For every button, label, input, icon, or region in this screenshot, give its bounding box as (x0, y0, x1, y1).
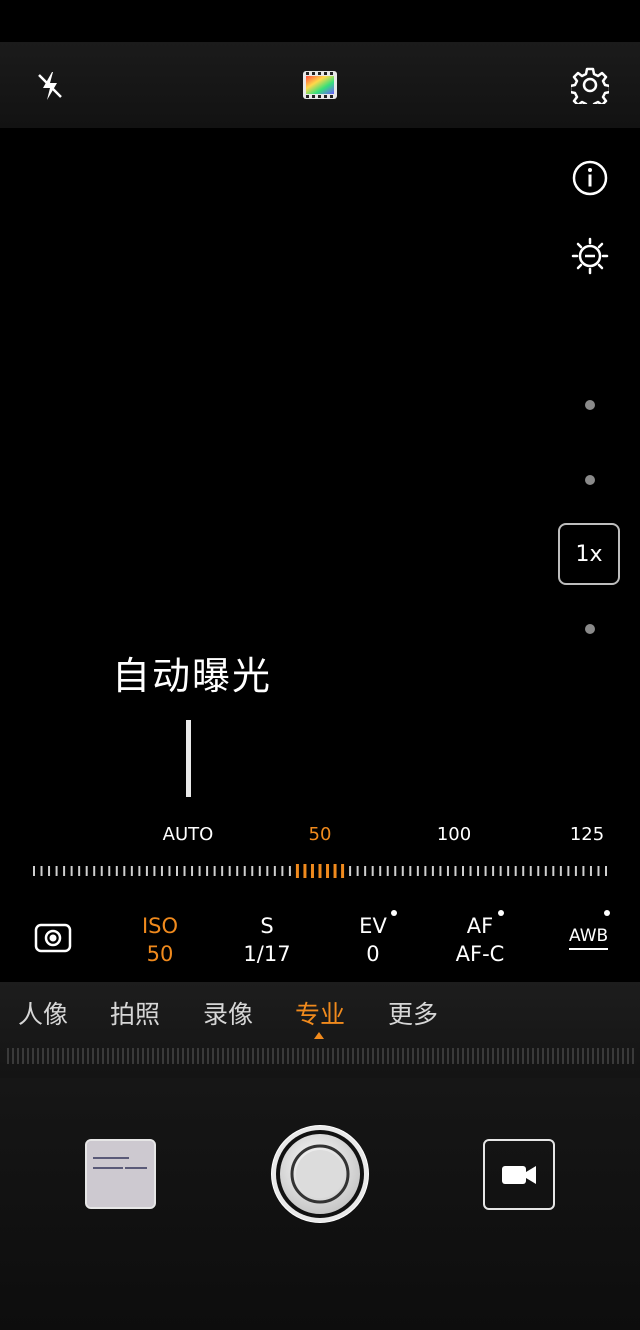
mode-scroll-ticks (7, 1048, 634, 1064)
shutter-speed-value: 1/17 (243, 942, 291, 966)
video-camera-button[interactable] (483, 1139, 555, 1210)
zoom-button[interactable]: 1x (558, 523, 620, 585)
iso-scale-label-100[interactable]: 100 (437, 824, 471, 845)
flash-off-icon[interactable] (30, 66, 70, 106)
video-camera-icon (502, 1165, 536, 1184)
gallery-thumbnail[interactable] (85, 1139, 156, 1209)
metering-icon[interactable] (33, 920, 73, 956)
af-value: AF-C (455, 942, 505, 966)
mode-pro[interactable]: 专业 (295, 995, 345, 1031)
iso-scale-label-125[interactable]: 125 (570, 824, 604, 845)
shutter-speed-param[interactable]: S 1/17 (243, 912, 290, 968)
zoom-level-dot[interactable] (585, 400, 595, 410)
iso-scale-label-50[interactable]: 50 (309, 824, 332, 845)
active-mode-caret (314, 1032, 324, 1039)
awb-label: AWB (569, 926, 609, 946)
awb-param[interactable]: AWB (569, 926, 609, 950)
iso-ruler-slider[interactable] (32, 862, 608, 880)
ev-label: EV (359, 914, 387, 938)
iso-label: ISO (141, 914, 179, 938)
ev-value: 0 (366, 942, 380, 966)
mode-more[interactable]: 更多 (388, 995, 438, 1031)
zoom-level-dot[interactable] (585, 624, 595, 634)
zoom-label: 1x (575, 541, 603, 567)
ev-indicator-dot (391, 910, 397, 916)
gear-icon[interactable] (570, 65, 610, 105)
iso-param[interactable]: ISO 50 (142, 912, 178, 968)
color-filter-icon[interactable] (300, 68, 340, 102)
exposure-label: 自动曝光 (112, 654, 273, 698)
brightness-icon[interactable] (570, 236, 610, 276)
af-param[interactable]: AF AF-C (456, 912, 505, 968)
iso-scale-label-auto[interactable]: AUTO (163, 824, 214, 845)
af-indicator-dot (498, 910, 504, 916)
zoom-level-dot[interactable] (585, 475, 595, 485)
shutter-button[interactable] (271, 1125, 369, 1223)
info-icon[interactable] (570, 158, 610, 198)
iso-value: 50 (146, 942, 174, 966)
mode-portrait[interactable]: 人像 (18, 995, 68, 1031)
mode-video[interactable]: 录像 (203, 995, 253, 1031)
shutter-speed-label: S (260, 914, 274, 938)
exposure-marker (186, 720, 191, 797)
ev-param[interactable]: EV 0 (359, 912, 387, 968)
af-label: AF (466, 914, 494, 938)
mode-photo[interactable]: 拍照 (110, 995, 160, 1031)
awb-indicator-dot (604, 910, 610, 916)
